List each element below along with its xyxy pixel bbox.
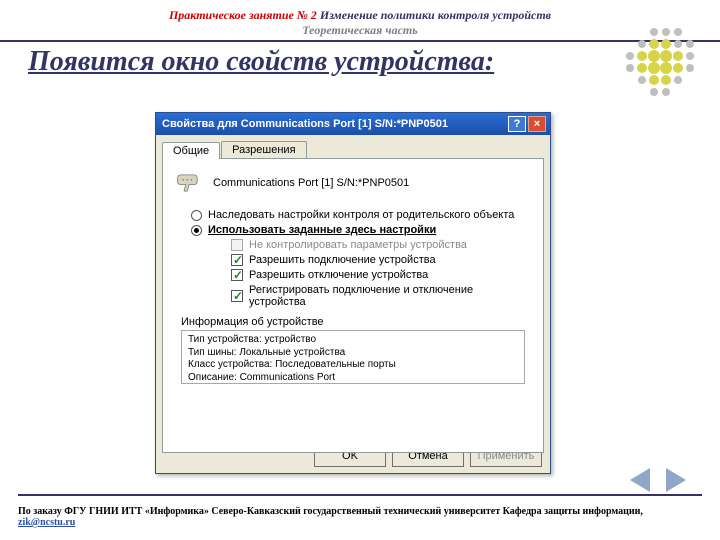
tab-general[interactable]: Общие — [162, 142, 220, 159]
check-log-label: Регистрировать подключение и отключение … — [249, 284, 531, 308]
footer-separator — [18, 494, 702, 496]
check-nocontrol-label: Не контролировать параметры устройства — [249, 239, 467, 251]
radio-icon — [191, 225, 202, 236]
check-nocontrol[interactable]: Не контролировать параметры устройства — [231, 239, 531, 251]
radio-custom[interactable]: Использовать заданные здесь настройки — [191, 224, 531, 236]
check-allow-disconnect[interactable]: Разрешить отключение устройства — [231, 269, 531, 281]
tab-body: Communications Port [1] S/N:*PNP0501 Нас… — [162, 158, 544, 453]
header-subtitle: Теоретическая часть — [20, 23, 700, 38]
check-allow-connect-label: Разрешить подключение устройства — [249, 254, 436, 266]
info-line: Класс устройства: Последовательные порты — [188, 359, 518, 372]
check-allow-disconnect-label: Разрешить отключение устройства — [249, 269, 428, 281]
help-button[interactable]: ? — [508, 116, 526, 132]
checkbox-icon — [231, 290, 243, 302]
prev-arrow-icon[interactable] — [630, 468, 650, 492]
radio-inherit[interactable]: Наследовать настройки контроля от родите… — [191, 209, 531, 221]
check-log[interactable]: Регистрировать подключение и отключение … — [231, 284, 531, 308]
dialog-client: Общие Разрешения Communications Port [1]… — [156, 135, 550, 473]
footer-text: По заказу ФГУ ГНИИ ИТТ «Информика» Север… — [18, 506, 643, 517]
info-line: Описание: Communications Port — [188, 372, 518, 385]
info-line: Тип устройства: устройство — [188, 334, 518, 347]
header-prefix: Практическое занятие № 2 — [169, 8, 317, 22]
device-name: Communications Port [1] S/N:*PNP0501 — [213, 177, 409, 189]
decorative-dots — [604, 26, 694, 116]
checkbox-icon — [231, 254, 243, 266]
close-button[interactable]: × — [528, 116, 546, 132]
radio-custom-label: Использовать заданные здесь настройки — [208, 224, 436, 236]
footer-email-link[interactable]: zik@ncstu.ru — [18, 517, 75, 528]
checkbox-icon — [231, 239, 243, 251]
serial-port-icon — [175, 169, 203, 197]
footer: По заказу ФГУ ГНИИ ИТТ «Информика» Север… — [18, 506, 702, 528]
dialog-title: Свойства для Communications Port [1] S/N… — [162, 118, 506, 130]
info-label: Информация об устройстве — [181, 316, 531, 328]
tab-strip: Общие Разрешения — [162, 141, 544, 158]
radio-inherit-label: Наследовать настройки контроля от родите… — [208, 209, 514, 221]
properties-dialog: Свойства для Communications Port [1] S/N… — [155, 112, 551, 474]
header-title: Изменение политики контроля устройств — [317, 8, 551, 22]
device-info-box: Тип устройства: устройство Тип шины: Лок… — [181, 330, 525, 384]
info-line: Тип шины: Локальные устройства — [188, 347, 518, 360]
checkbox-icon — [231, 269, 243, 281]
next-arrow-icon[interactable] — [666, 468, 686, 492]
tab-permissions[interactable]: Разрешения — [221, 141, 306, 158]
nav-arrows — [622, 468, 694, 492]
check-allow-connect[interactable]: Разрешить подключение устройства — [231, 254, 531, 266]
title-bar[interactable]: Свойства для Communications Port [1] S/N… — [156, 113, 550, 135]
radio-icon — [191, 210, 202, 221]
